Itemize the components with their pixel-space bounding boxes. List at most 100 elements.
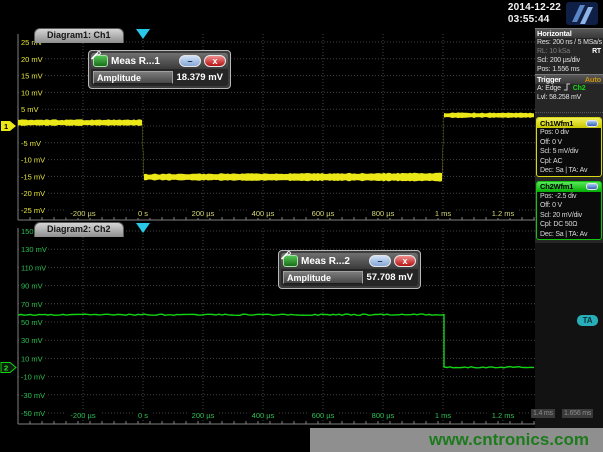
- trigger-mode-badge: Auto: [585, 75, 601, 84]
- y-axis-label: 110 mV: [21, 263, 46, 272]
- y-axis-label: 5 mV: [21, 105, 39, 114]
- record-length-row[interactable]: RL: 10 kSa RT: [535, 47, 603, 56]
- ch2wfm1-box[interactable]: Ch2Wfm1 Pos: -2.5 div Off: 0 V Scl: 20 m…: [536, 181, 602, 241]
- amplitude-value: 18.379 mV: [177, 72, 226, 83]
- realtime-badge: RT: [592, 47, 601, 56]
- trigger-title: Trigger: [537, 75, 561, 84]
- x-axis-label: 1.2 ms: [492, 209, 515, 218]
- y-axis-label: -5 mV: [21, 139, 41, 148]
- oscilloscope-screen: 2014-12-22 03:55:44 2 5 mV 20 mV 15 mV 10 mV…: [0, 0, 603, 452]
- x-axis-label: 200 µs: [192, 209, 215, 218]
- amplitude-param-field[interactable]: Amplitude: [93, 71, 173, 84]
- top-bar: 2014-12-22 03:55:44: [0, 0, 603, 28]
- trigger-type-row[interactable]: A: Edge Ch2: [535, 84, 603, 93]
- ch1-pos-row: Pos: 0 div: [537, 128, 601, 138]
- y-axis-label: 70 mV: [21, 300, 43, 309]
- y-axis-label: -50 mV: [21, 409, 45, 418]
- timescale-row[interactable]: Scl: 200 µs/div: [535, 56, 603, 65]
- sidebar-divider: [535, 102, 603, 113]
- y-axis-label: 30 mV: [21, 336, 43, 345]
- time-label: 03:55:44: [508, 14, 561, 26]
- edge-time-label: 1.4 ms: [531, 409, 555, 418]
- minimize-button[interactable]: –: [369, 255, 391, 267]
- rohde-schwarz-logo: [566, 2, 598, 25]
- meas-popup-2-body: Amplitude 57.708 mV: [281, 269, 418, 286]
- waveform-minimize-icon[interactable]: [586, 120, 598, 127]
- x-axis-label: 200 µs: [192, 411, 215, 420]
- x-axis-label: 1 ms: [435, 411, 452, 420]
- waveform-minimize-icon[interactable]: [586, 183, 598, 190]
- x-axis-label: 0 s: [138, 209, 148, 218]
- meas-popup-1[interactable]: Meas R...1 – x Amplitude 18.379 mV: [88, 50, 231, 89]
- meas-popup-1-body: Amplitude 18.379 mV: [91, 69, 228, 86]
- x-axis-label: 400 µs: [252, 209, 275, 218]
- x-axis-label: -200 µs: [70, 411, 95, 420]
- ch1wfm1-header[interactable]: Ch1Wfm1: [537, 118, 601, 128]
- amplitude-value: 57.708 mV: [367, 272, 416, 283]
- y-axis-label: -10 mV: [21, 156, 45, 165]
- tab-diagram2[interactable]: Diagram2: Ch2: [34, 222, 124, 237]
- x-axis-label: 800 µs: [372, 209, 395, 218]
- trigger-source: Ch2: [573, 84, 586, 93]
- resolution-row[interactable]: Res: 200 ns / 5 MSa/s: [535, 38, 603, 47]
- sidebar-lower-area: TA 1.4 ms 1.656 ms: [535, 243, 603, 428]
- y-axis-label: -30 mV: [21, 391, 45, 400]
- horizontal-section-header[interactable]: Horizontal: [535, 28, 603, 38]
- diagram2: 150 mV130 mV110 mV90 mV70 mV50 mV30 mV10…: [0, 222, 535, 428]
- ch2wfm1-header[interactable]: Ch2Wfm1: [537, 182, 601, 192]
- ch1-scl-row: Scl: 5 mV/div: [537, 147, 601, 157]
- y-axis-label: -10 mV: [21, 373, 45, 382]
- meas-tools-icon: [93, 55, 108, 67]
- diagram2-plot: 150 mV130 mV110 mV90 mV70 mV50 mV30 mV10…: [0, 222, 535, 428]
- meas-tools-icon: [283, 255, 298, 267]
- watermark: www.cntronics.com: [310, 428, 603, 452]
- ch1-dec-row: Dec: Sa | TA: Av: [537, 166, 601, 176]
- ch1-waveform-trace: [18, 112, 534, 181]
- trigger-level-row[interactable]: Lvl: 58.258 mV: [535, 93, 603, 102]
- tab-diagram1[interactable]: Diagram1: Ch1: [34, 28, 124, 43]
- y-axis-label: -20 mV: [21, 189, 45, 198]
- y-axis-label: 10 mV: [21, 88, 43, 97]
- ch1-off-row: Off: 0 V: [537, 138, 601, 148]
- ch1wfm1-box[interactable]: Ch1Wfm1 Pos: 0 div Off: 0 V Scl: 5 mV/di…: [536, 117, 602, 177]
- meas-popup-2-title: Meas R...2: [301, 256, 366, 267]
- trigger-armed-badge: TA: [577, 315, 598, 326]
- horizontal-title: Horizontal: [537, 29, 572, 38]
- x-axis-label: 800 µs: [372, 411, 395, 420]
- x-axis-label: 1 ms: [435, 209, 452, 218]
- amplitude-param-field[interactable]: Amplitude: [283, 271, 363, 284]
- y-axis-label: -15 mV: [21, 172, 45, 181]
- y-axis-label: 130 mV: [21, 245, 47, 254]
- meas-popup-2-titlebar[interactable]: Meas R...2 – x: [281, 253, 418, 269]
- right-edge-time-label: 1.656 ms: [562, 409, 593, 418]
- position-row[interactable]: Pos: 1.556 ms: [535, 65, 603, 74]
- ch2-dec-row: Dec: Sa | TA: Av: [537, 230, 601, 240]
- y-axis-label: 15 mV: [21, 72, 43, 81]
- meas-popup-1-titlebar[interactable]: Meas R...1 – x: [91, 53, 228, 69]
- x-axis-label: 600 µs: [312, 209, 335, 218]
- y-axis-label: 50 mV: [21, 318, 43, 327]
- close-button[interactable]: x: [394, 255, 416, 267]
- ch2-scl-row: Scl: 20 mV/div: [537, 211, 601, 221]
- x-axis-label: 1.2 ms: [492, 411, 515, 420]
- ch2-off-row: Off: 0 V: [537, 201, 601, 211]
- date-label: 2014-12-22: [508, 2, 561, 14]
- y-axis-label: 10 mV: [21, 354, 43, 363]
- minimize-button[interactable]: –: [179, 55, 201, 67]
- x-axis-label: 400 µs: [252, 411, 275, 420]
- meas-popup-1-title: Meas R...1: [111, 56, 176, 67]
- x-axis-label: 600 µs: [312, 411, 335, 420]
- x-axis-label: -200 µs: [70, 209, 95, 218]
- ch2-cpl-row: Cpl: DC 50Ω: [537, 220, 601, 230]
- close-button[interactable]: x: [204, 55, 226, 67]
- channel-marker-number: 2: [4, 364, 8, 373]
- y-axis-label: 20 mV: [21, 55, 43, 64]
- x-axis-label: 0 s: [138, 411, 148, 420]
- trigger-position-marker[interactable]: [136, 29, 150, 39]
- ch2-pos-row: Pos: -2.5 div: [537, 192, 601, 202]
- channel-marker-number: 1: [4, 122, 8, 131]
- meas-popup-2[interactable]: Meas R...2 – x Amplitude 57.708 mV: [278, 250, 421, 289]
- datetime: 2014-12-22 03:55:44: [508, 2, 561, 26]
- ch1-cpl-row: Cpl: AC: [537, 157, 601, 167]
- y-axis-label: 90 mV: [21, 282, 43, 291]
